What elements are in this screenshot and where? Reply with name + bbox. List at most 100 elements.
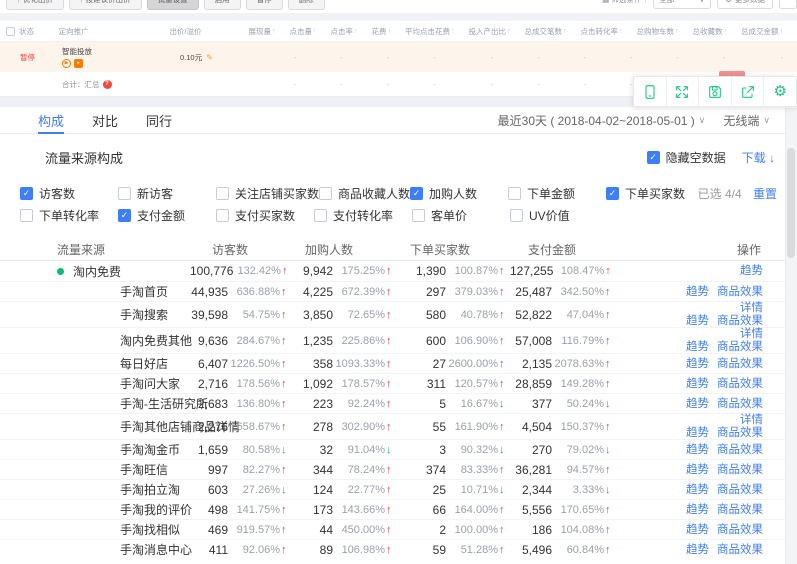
tab-composition[interactable]: 构成 [38, 107, 64, 134]
trend-link[interactable]: 趋势 [686, 341, 709, 353]
product-effect-link[interactable]: 商品效果 [717, 378, 763, 390]
filter-checkbox[interactable] [410, 187, 423, 200]
fullscreen-icon[interactable] [666, 77, 699, 106]
reset-link[interactable]: 重置 [753, 187, 777, 201]
trend-link[interactable]: 趋势 [686, 315, 709, 327]
campaign-col-header[interactable]: 总成交金额↑ [741, 26, 797, 37]
toolbar-button[interactable]: 启用 [204, 0, 241, 10]
hide-empty-checkbox[interactable] [647, 151, 660, 164]
filter-item[interactable]: 加购人数 [410, 185, 508, 202]
trend-link[interactable]: 趋势 [686, 286, 709, 298]
filter-item[interactable]: 支付买家数 [216, 207, 314, 224]
filter-checkbox[interactable] [606, 187, 619, 200]
filter-item[interactable]: 关注店铺买家数 [216, 185, 319, 202]
share-icon[interactable] [731, 77, 764, 106]
filter-checkbox[interactable] [510, 209, 523, 222]
settings-icon[interactable]: ⚙ [763, 77, 796, 106]
trend-link[interactable]: 趋势 [686, 504, 709, 516]
tab-peers[interactable]: 同行 [146, 107, 172, 134]
campaign-col-header[interactable]: 总收藏数↑ [693, 26, 742, 37]
select-all-checkbox[interactable] [6, 27, 15, 36]
date-range-picker[interactable]: 最近30天 ( 2018-04-02~2018-05-01 )∨ [498, 112, 706, 129]
filter-checkbox[interactable] [216, 187, 229, 200]
product-effect-link[interactable]: 商品效果 [717, 544, 763, 556]
flow-row: 手淘其他店铺商品详情2,276658.67%↑278302.90%↑55161.… [0, 413, 797, 439]
trend-link[interactable]: 趋势 [686, 444, 709, 456]
trend-link[interactable]: 趋势 [686, 544, 709, 556]
toolbar-button[interactable]: 批量设置 [147, 0, 199, 10]
product-effect-link[interactable]: 商品效果 [717, 315, 763, 327]
trend-link[interactable]: 趋势 [740, 265, 763, 277]
detail-link[interactable]: 详情 [740, 302, 763, 314]
filter-item[interactable]: 客单价 [412, 207, 510, 224]
trend-link[interactable]: 趋势 [686, 427, 709, 439]
filter-checkbox[interactable] [216, 209, 229, 222]
up-arrow-icon: ↑ [605, 504, 616, 516]
more-menu-button[interactable]: ⋯ [779, 0, 797, 9]
scope-select[interactable]: 全部∨ [653, 0, 711, 9]
filter-checkbox[interactable] [20, 209, 33, 222]
scrollbar-thumb[interactable] [787, 148, 795, 258]
campaign-col-header[interactable]: 点击率↑ [331, 26, 372, 37]
filter-condition-label[interactable]: ▦ 筛选条件 ↑ [602, 0, 647, 5]
campaign-col-header[interactable]: 总成交笔数↑ [525, 26, 581, 37]
toolbar-button[interactable]: ↑ 按建议价出价 [69, 0, 142, 10]
mobile-preview-icon[interactable] [634, 77, 666, 106]
trend-link[interactable]: 趋势 [686, 464, 709, 476]
filter-item[interactable]: 下单金额 [508, 185, 606, 202]
tab-compare[interactable]: 对比 [92, 107, 118, 134]
toolbar-button[interactable]: 暂停 [246, 0, 283, 10]
product-effect-link[interactable]: 商品效果 [717, 504, 763, 516]
trend-link[interactable]: 趋势 [686, 524, 709, 536]
detail-link[interactable]: 详情 [740, 328, 763, 340]
product-effect-link[interactable]: 商品效果 [717, 444, 763, 456]
trend-link[interactable]: 趋势 [686, 358, 709, 370]
filter-item[interactable]: 访客数 [20, 185, 118, 202]
trend-link[interactable]: 趋势 [686, 398, 709, 410]
product-effect-link[interactable]: 商品效果 [717, 484, 763, 496]
filter-item[interactable]: 商品收藏人数 [319, 185, 410, 202]
filter-checkbox[interactable] [314, 209, 327, 222]
toolbar-button[interactable]: 删除 [288, 0, 325, 10]
help-icon[interactable]: ? [103, 80, 112, 89]
campaign-name[interactable]: 智能投放 [62, 46, 92, 57]
scrollbar[interactable] [785, 108, 797, 564]
filter-item[interactable]: 下单买家数 [606, 185, 704, 202]
campaign-col-header[interactable]: 总购物车数↑ [637, 26, 693, 37]
campaign-col-header[interactable]: 投入产出比↑ [469, 26, 525, 37]
trend-link[interactable]: 趋势 [686, 484, 709, 496]
product-effect-link[interactable]: 商品效果 [717, 398, 763, 410]
campaign-col-header[interactable]: 平均点击花费↑ [405, 26, 469, 37]
download-link[interactable]: 下载 ↓ [742, 149, 775, 166]
product-effect-link[interactable]: 商品效果 [717, 286, 763, 298]
filter-checkbox[interactable] [508, 187, 521, 200]
filter-item[interactable]: 下单转化率 [20, 207, 118, 224]
product-effect-link[interactable]: 商品效果 [717, 464, 763, 476]
play-icon[interactable]: ▶ [62, 59, 71, 68]
more-data-button[interactable]: ⚙更多数据 [717, 0, 773, 9]
filter-checkbox[interactable] [20, 187, 33, 200]
campaign-col-header[interactable]: 花费↑ [372, 26, 406, 37]
edit-pencil-icon[interactable]: ✎ [206, 53, 213, 62]
toolbar-button[interactable]: ↑ 优化出价 [6, 0, 64, 10]
filter-item[interactable]: 新访客 [118, 185, 216, 202]
sort-arrow-icon: ↑ [780, 28, 784, 35]
filter-checkbox[interactable] [118, 209, 131, 222]
terminal-picker[interactable]: 无线端∨ [723, 112, 770, 129]
product-effect-link[interactable]: 商品效果 [717, 341, 763, 353]
save-icon[interactable] [698, 77, 731, 106]
detail-link[interactable]: 详情 [740, 414, 763, 426]
campaign-col-header[interactable]: 展现量↑ [249, 26, 290, 37]
filter-item[interactable]: UV价值 [510, 207, 608, 224]
filter-checkbox[interactable] [118, 187, 131, 200]
filter-item[interactable]: 支付金额 [118, 207, 216, 224]
product-effect-link[interactable]: 商品效果 [717, 524, 763, 536]
campaign-col-header[interactable]: 点击量↑ [290, 26, 331, 37]
filter-checkbox[interactable] [412, 209, 425, 222]
product-effect-link[interactable]: 商品效果 [717, 427, 763, 439]
product-effect-link[interactable]: 商品效果 [717, 358, 763, 370]
filter-item[interactable]: 支付转化率 [314, 207, 412, 224]
campaign-col-header[interactable]: 点击转化率↑ [581, 26, 637, 37]
filter-checkbox[interactable] [319, 187, 332, 200]
trend-link[interactable]: 趋势 [686, 378, 709, 390]
